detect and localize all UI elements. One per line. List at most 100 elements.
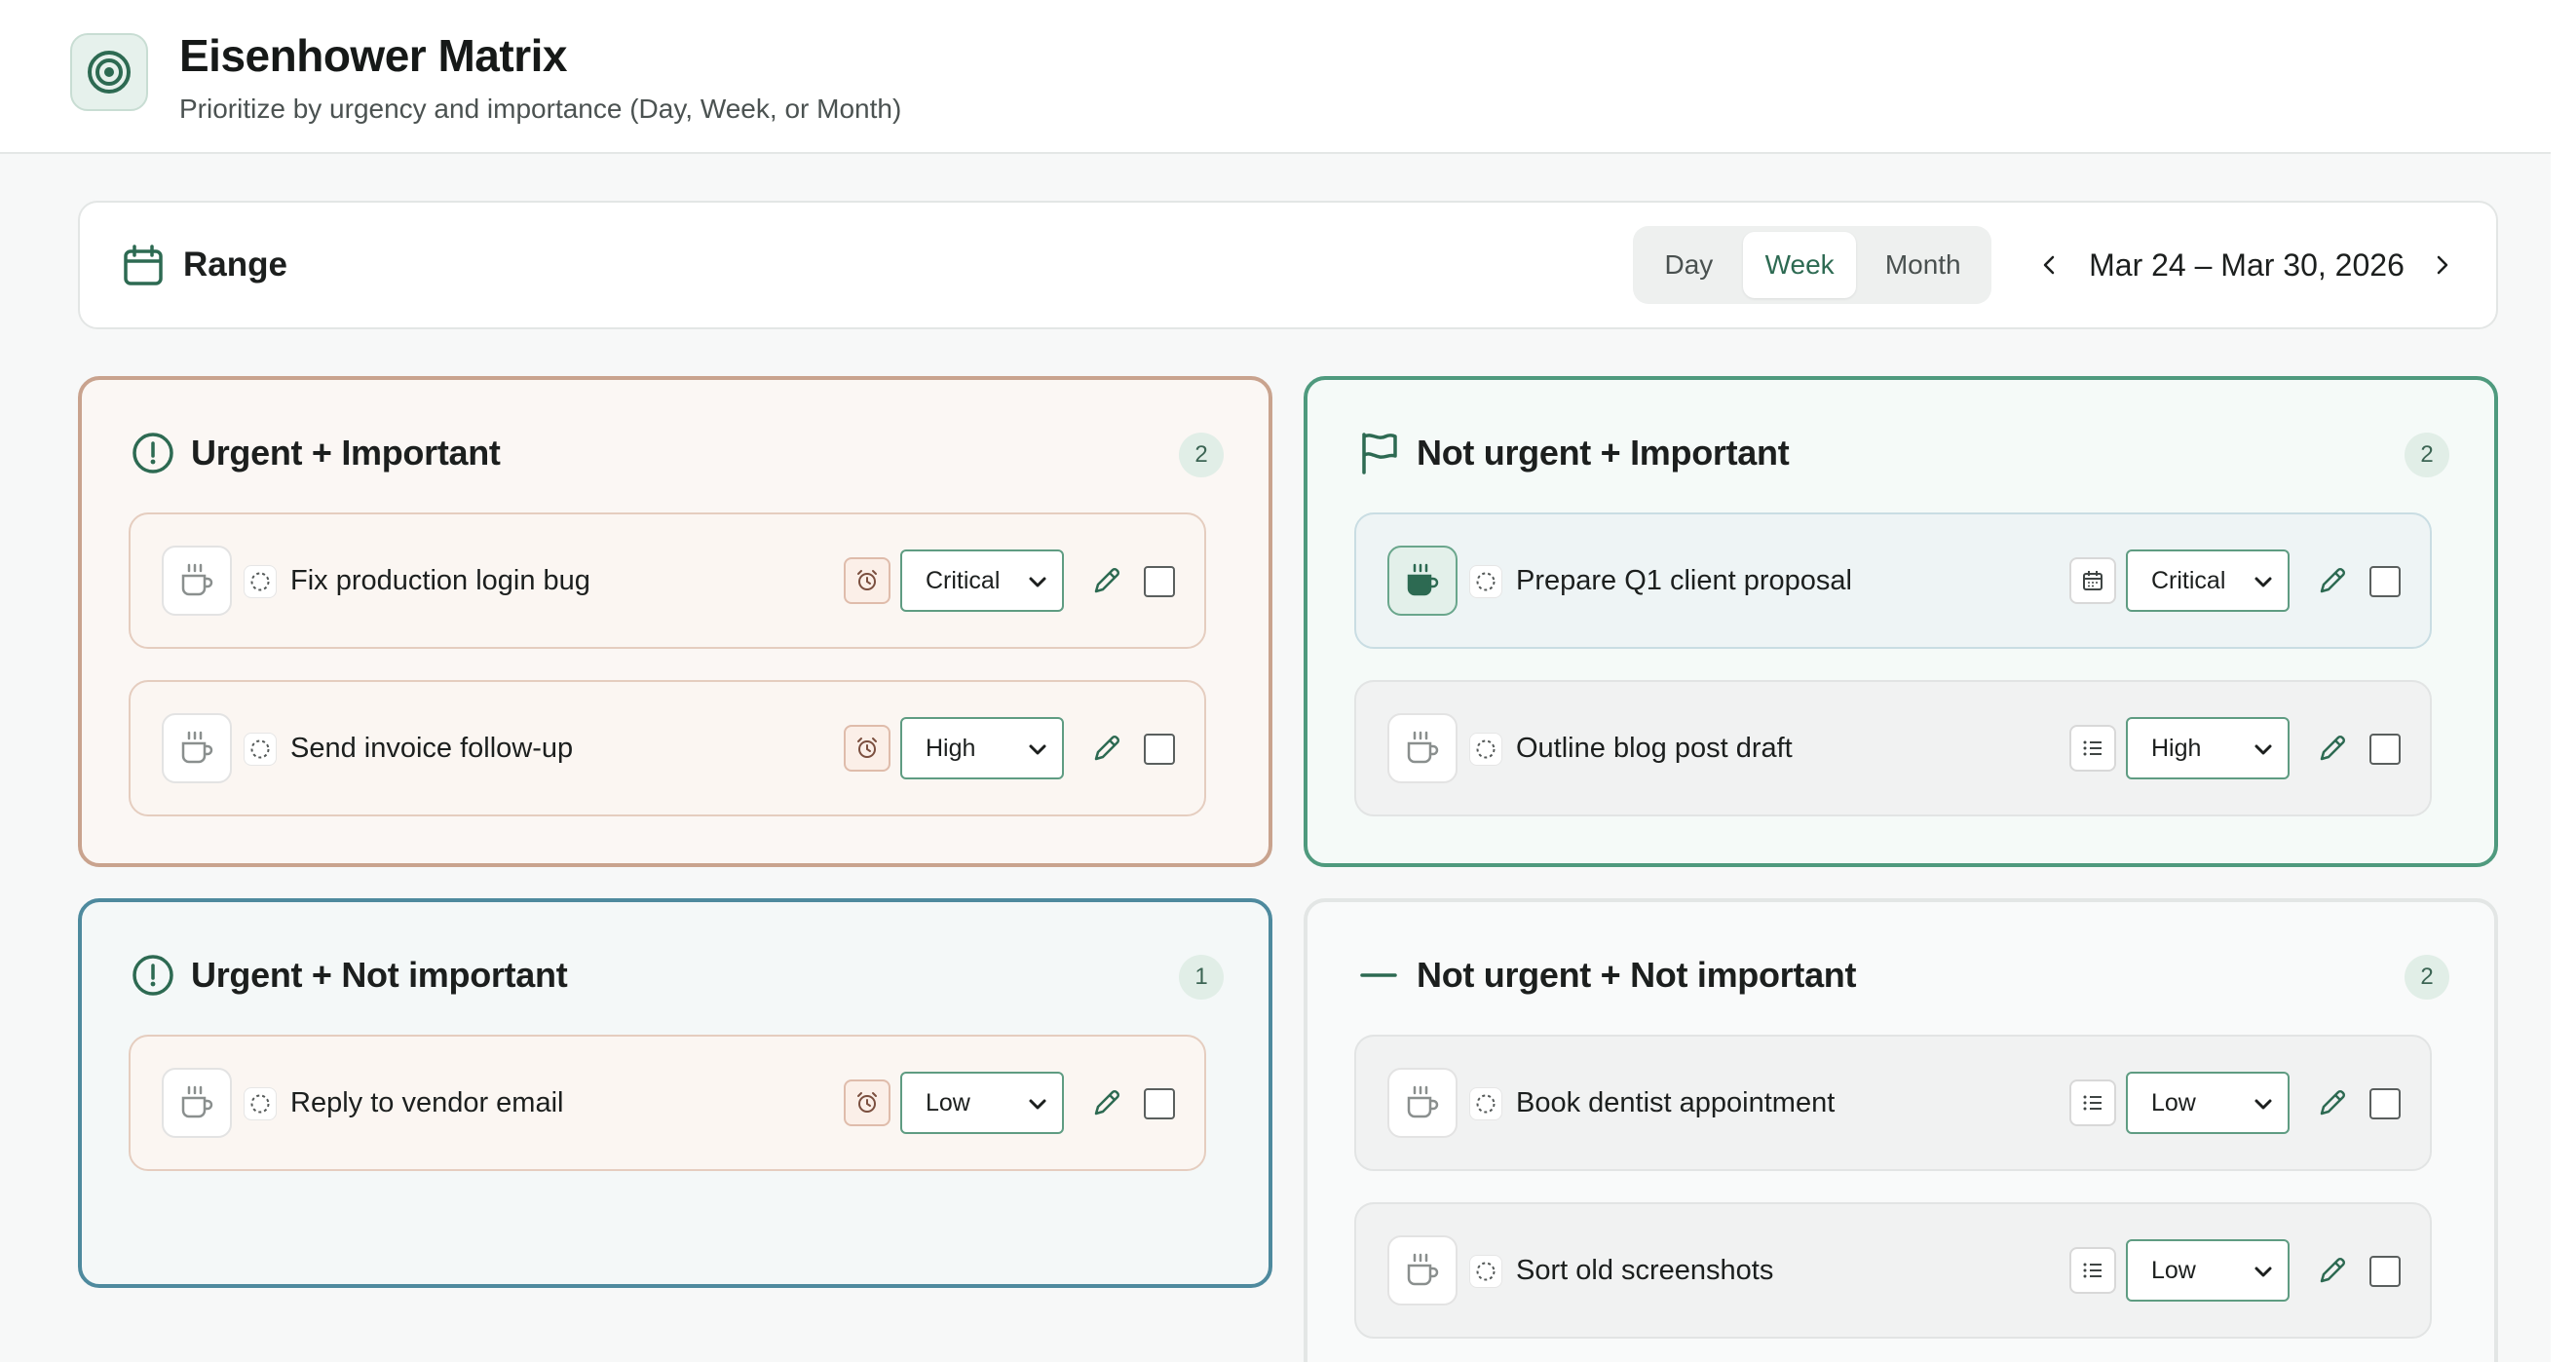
target-icon [70,33,148,111]
coffee-cup-icon[interactable] [162,713,232,783]
chevron-down-icon [1029,577,1046,587]
priority-select[interactable]: Low [2126,1239,2290,1302]
task-card: Fix production login bug Critical [129,512,1206,649]
priority-value: Low [926,1088,970,1116]
status-circle-icon[interactable] [1469,1087,1502,1120]
status-circle-icon[interactable] [1469,1255,1502,1288]
status-circle-icon[interactable] [244,1087,277,1120]
quadrant-urgent-not-important: Urgent + Not important 1 Reply to vendor… [78,898,1272,1288]
task-card: Book dentist appointment Low [1354,1035,2432,1171]
task-count-badge: 1 [1179,955,1224,1000]
status-circle-icon[interactable] [1469,565,1502,598]
alarm-clock-icon[interactable] [844,1079,890,1126]
coffee-cup-icon[interactable] [1387,1068,1458,1138]
task-count-badge: 2 [1179,433,1224,477]
chevron-down-icon [2254,1267,2272,1277]
alarm-clock-icon[interactable] [844,557,890,604]
status-circle-icon[interactable] [244,565,277,598]
priority-select[interactable]: Critical [2126,549,2290,612]
priority-value: High [926,734,976,762]
chevron-down-icon [1029,1099,1046,1110]
list-icon[interactable] [2069,1247,2116,1294]
pencil-icon[interactable] [2313,1083,2352,1122]
quadrant-title: Not urgent + Important [1417,433,1790,473]
priority-value: Low [2151,1256,2196,1284]
coffee-cup-icon[interactable] [162,1068,232,1138]
priority-value: Low [2151,1088,2196,1116]
task-label: Reply to vendor email [290,1087,564,1118]
app-page: Eisenhower Matrix Prioritize by urgency … [0,0,2551,1362]
task-label: Outline blog post draft [1516,733,1793,764]
range-label: Range [183,246,287,284]
task-checkbox[interactable] [2369,566,2401,597]
page-subtitle: Prioritize by urgency and importance (Da… [179,94,902,124]
task-label: Prepare Q1 client proposal [1516,565,1852,596]
quadrant-title: Not urgent + Not important [1417,955,1857,995]
app-header: Eisenhower Matrix Prioritize by urgency … [0,0,2551,154]
task-label: Send invoice follow-up [290,733,574,764]
quadrant-title: Urgent + Important [191,433,501,473]
priority-value: Critical [926,566,1001,594]
range-segmented-control: Day Week Month [1633,226,1991,304]
alert-circle-icon [131,431,175,475]
quadrant-urgent-important: Urgent + Important 2 Fix production logi… [78,376,1272,867]
pencil-icon[interactable] [1087,1083,1126,1122]
pencil-icon[interactable] [1087,561,1126,600]
task-card: Send invoice follow-up High [129,680,1206,816]
task-card: Sort old screenshots Low [1354,1202,2432,1339]
date-range-label: Mar 24 – Mar 30, 2026 [2089,247,2405,283]
priority-select[interactable]: High [2126,717,2290,779]
task-checkbox[interactable] [1144,1088,1175,1119]
quadrant-not-urgent-important: Not urgent + Important 2 Prepare Q1 clie… [1304,376,2498,867]
alert-circle-icon [131,953,175,998]
page-title: Eisenhower Matrix [179,30,567,81]
status-circle-icon[interactable] [244,733,277,766]
range-bar: Range Day Week Month Mar 24 – Mar 30, 20… [78,201,2498,329]
alarm-clock-icon[interactable] [844,725,890,772]
chevron-down-icon [2254,577,2272,587]
priority-select[interactable]: High [900,717,1064,779]
priority-select[interactable]: Critical [900,549,1064,612]
task-count-badge: 2 [2405,433,2449,477]
task-checkbox[interactable] [1144,566,1175,597]
quadrant-not-urgent-not-important: Not urgent + Not important 2 Book dentis… [1304,898,2498,1362]
task-checkbox[interactable] [1144,734,1175,765]
task-card: Outline blog post draft High [1354,680,2432,816]
task-checkbox[interactable] [2369,1256,2401,1287]
task-checkbox[interactable] [2369,1088,2401,1119]
pencil-icon[interactable] [2313,1251,2352,1290]
coffee-cup-icon[interactable] [1387,546,1458,616]
coffee-cup-icon[interactable] [1387,713,1458,783]
task-label: Book dentist appointment [1516,1087,1836,1118]
chevron-left-icon[interactable] [2028,244,2071,286]
task-card: Prepare Q1 client proposal Critical [1354,512,2432,649]
chevron-down-icon [2254,744,2272,755]
list-icon[interactable] [2069,725,2116,772]
range-option-day[interactable]: Day [1639,232,1739,298]
priority-value: Critical [2151,566,2226,594]
chevron-down-icon [2254,1099,2272,1110]
priority-select[interactable]: Low [900,1072,1064,1134]
task-checkbox[interactable] [2369,734,2401,765]
list-icon[interactable] [2069,1079,2116,1126]
pencil-icon[interactable] [2313,729,2352,768]
task-label: Fix production login bug [290,565,590,596]
task-card: Reply to vendor email Low [129,1035,1206,1171]
flag-icon [1356,431,1401,475]
pencil-icon[interactable] [1087,729,1126,768]
chevron-right-icon[interactable] [2420,244,2463,286]
priority-select[interactable]: Low [2126,1072,2290,1134]
priority-value: High [2151,734,2202,762]
calendar-icon[interactable] [2069,557,2116,604]
pencil-icon[interactable] [2313,561,2352,600]
task-label: Sort old screenshots [1516,1255,1774,1286]
scrollbar-gutter [2551,0,2576,1362]
quadrant-title: Urgent + Not important [191,955,568,995]
calendar-icon [121,244,166,288]
status-circle-icon[interactable] [1469,733,1502,766]
range-option-month[interactable]: Month [1860,232,1986,298]
range-option-week[interactable]: Week [1742,232,1857,298]
chevron-down-icon [1029,744,1046,755]
coffee-cup-icon[interactable] [1387,1235,1458,1305]
coffee-cup-icon[interactable] [162,546,232,616]
